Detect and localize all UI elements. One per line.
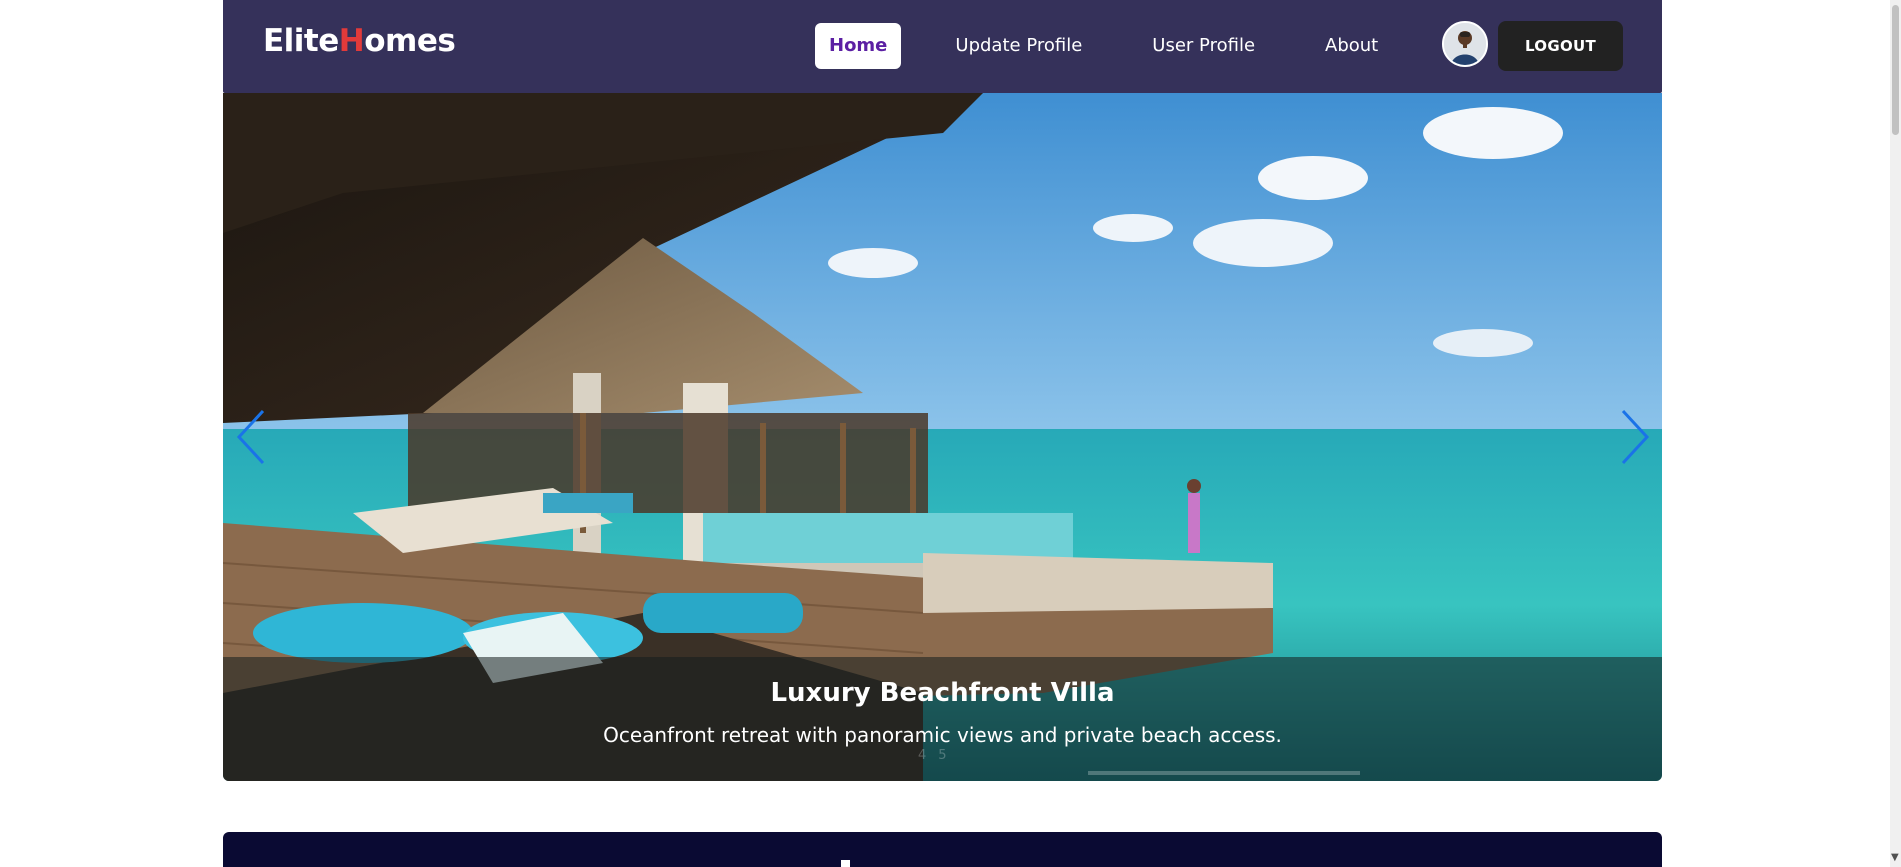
carousel-next-button[interactable] (1613, 407, 1653, 467)
carousel-prev-button[interactable] (233, 407, 273, 467)
slide-title: Luxury Beachfront Villa (770, 678, 1115, 708)
section-heading-glyph (841, 860, 850, 867)
scrollbar-thumb[interactable] (1892, 5, 1899, 135)
hero-carousel: Luxury Beachfront Villa Oceanfront retre… (223, 93, 1662, 781)
indicator-5[interactable]: 5 (938, 748, 946, 763)
nav-link-home[interactable]: Home (815, 23, 902, 69)
nav-link-user-profile[interactable]: User Profile (1138, 23, 1269, 69)
logout-button[interactable]: LOGOUT (1498, 21, 1623, 71)
avatar-icon (1444, 23, 1486, 65)
nav-links: Home Update Profile User Profile About (815, 23, 1434, 69)
brand-part-3: omes (364, 23, 456, 59)
navbar: EliteHomes Home Update Profile User Prof… (223, 0, 1662, 93)
nav-link-about[interactable]: About (1311, 23, 1392, 69)
next-section (223, 832, 1662, 867)
brand-part-1: Elite (263, 23, 339, 59)
page: EliteHomes Home Update Profile User Prof… (0, 0, 1901, 867)
page-scrollbar[interactable] (1890, 0, 1901, 867)
brand-part-2: H (338, 23, 365, 59)
chevron-right-icon (1621, 409, 1650, 465)
indicator-4[interactable]: 4 (918, 748, 926, 763)
slide-subtitle: Oceanfront retreat with panoramic views … (603, 723, 1282, 747)
carousel-indicators: 4 5 (918, 748, 947, 763)
chevron-left-icon (236, 409, 265, 465)
nav-link-update-profile[interactable]: Update Profile (941, 23, 1096, 69)
avatar[interactable] (1442, 21, 1488, 67)
brand-logo[interactable]: EliteHomes (263, 23, 456, 59)
scroll-down-icon[interactable]: ▼ (1891, 852, 1899, 863)
autoplay-progress (1088, 771, 1360, 775)
